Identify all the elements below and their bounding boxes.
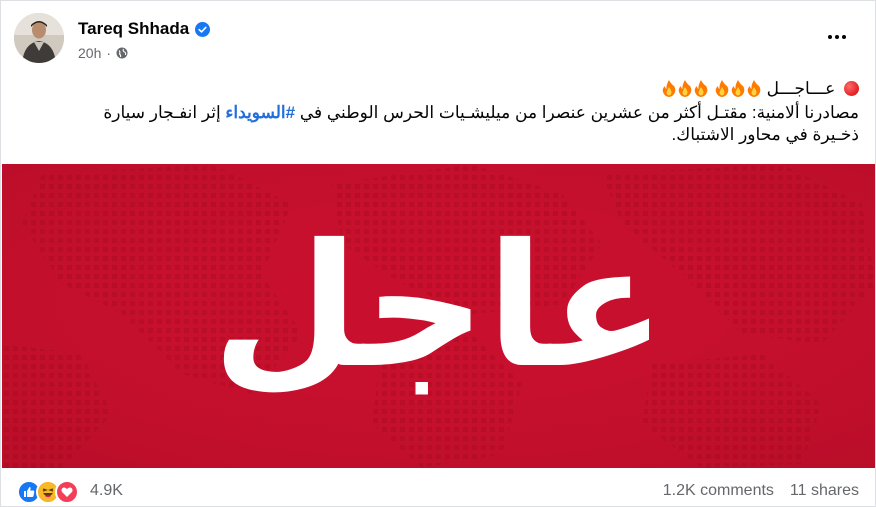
fire-icon	[678, 80, 692, 97]
body-text-end: إثر انفـجار سيارة	[103, 103, 226, 122]
body-text-line3: ذخـيرة في محاور الاشتباك.	[671, 125, 859, 144]
post-meta: 20h ·	[78, 45, 128, 61]
meta-separator: ·	[106, 45, 112, 61]
shares-count[interactable]: 11 shares	[790, 482, 859, 500]
post-text: عـــاجـــل مصادرنا ألامنية: مقتـل أكثر م…	[17, 78, 859, 146]
fire-icon	[694, 80, 708, 97]
red-circle-icon	[844, 81, 859, 96]
fire-icon	[747, 80, 761, 97]
fire-icon	[715, 80, 729, 97]
author-avatar[interactable]	[14, 13, 64, 63]
post-body-line: مصادرنا ألامنية: مقتـل أكثر من عشرين عنص…	[103, 103, 859, 122]
love-reaction-icon	[55, 480, 79, 504]
body-text-start: مصادرنا ألامنية: مقتـل أكثر من عشرين عنص…	[295, 103, 859, 122]
reactions-count[interactable]: 4.9K	[90, 482, 123, 500]
reactions-summary[interactable]	[17, 480, 79, 504]
headline-row: عـــاجـــل	[17, 78, 859, 102]
post-footer: 4.9K 1.2K comments 11 shares	[17, 478, 859, 504]
comments-count[interactable]: 1.2K comments	[663, 482, 774, 500]
headline-text: عـــاجـــل	[766, 79, 836, 98]
fire-icon	[662, 80, 676, 97]
post-header: Tareq Shhada 20h ·	[14, 13, 861, 71]
author-name-row: Tareq Shhada	[78, 19, 211, 39]
globe-icon	[116, 47, 128, 59]
fire-icon	[731, 80, 745, 97]
post-card: Tareq Shhada 20h · عـــاجـــل مصادرنا أل…	[0, 0, 876, 507]
post-time[interactable]: 20h	[78, 45, 101, 61]
author-name[interactable]: Tareq Shhada	[78, 19, 189, 39]
hashtag-link[interactable]: #السويداء	[225, 103, 295, 122]
breaking-word: عاجل	[211, 208, 667, 406]
verified-badge-icon	[195, 21, 211, 37]
post-image[interactable]: عاجل	[2, 164, 875, 468]
more-options-icon[interactable]	[823, 29, 851, 45]
engagement-stats: 1.2K comments 11 shares	[663, 482, 859, 500]
